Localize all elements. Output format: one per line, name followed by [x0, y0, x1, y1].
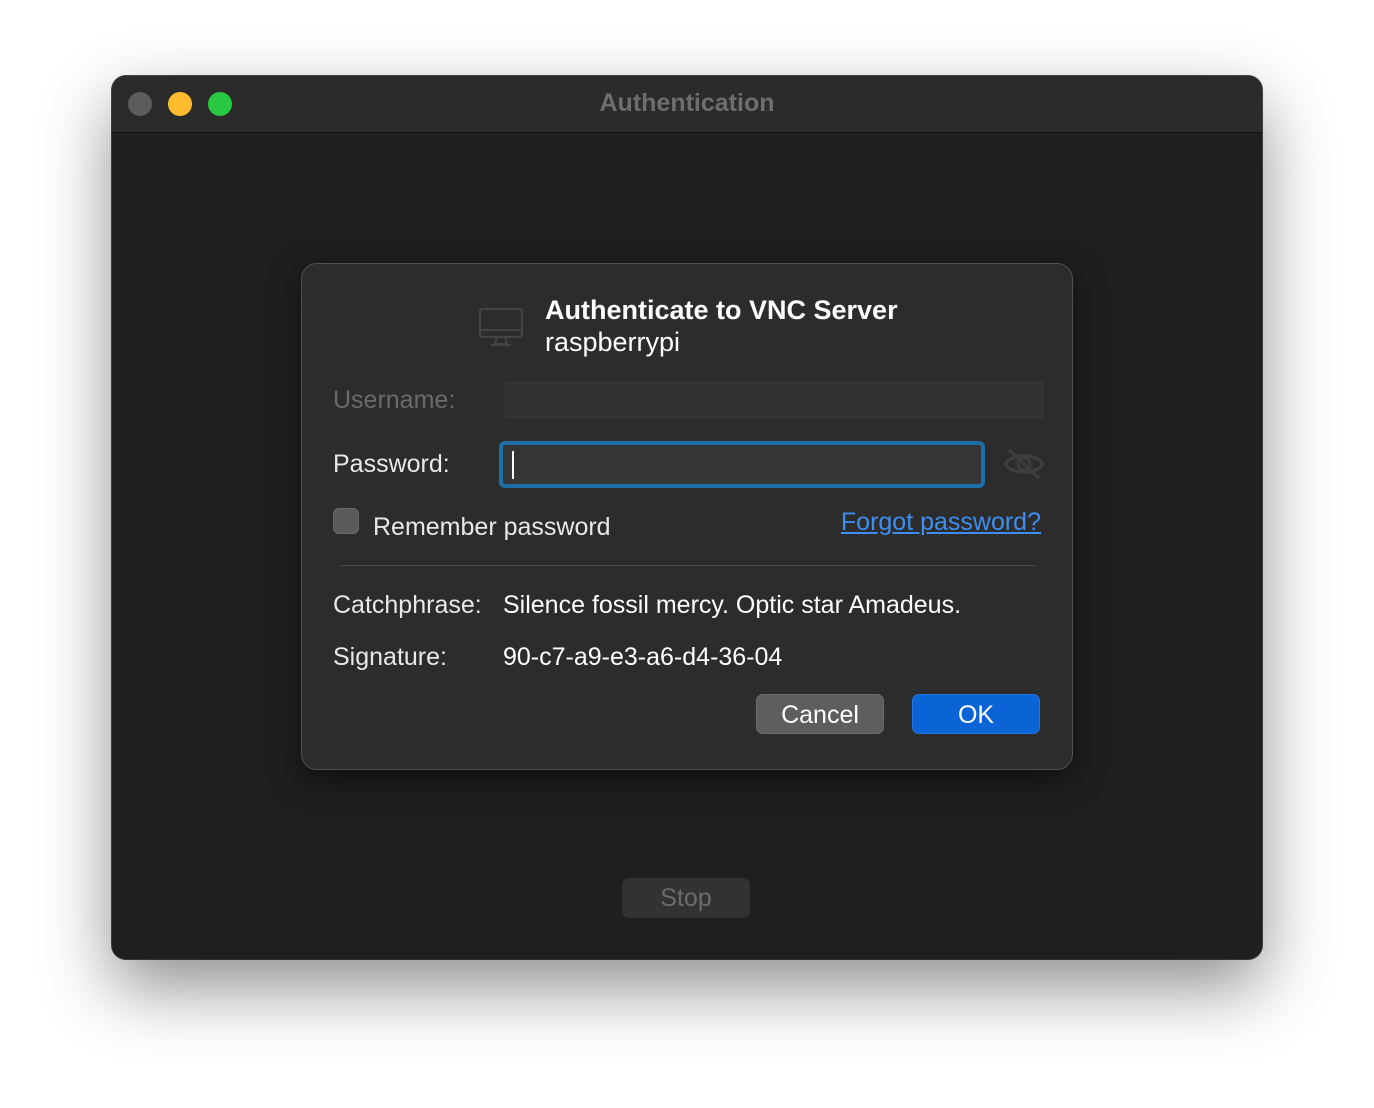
username-field[interactable]	[505, 382, 1043, 418]
window-title: Authentication	[599, 89, 775, 117]
dialog-title: Authenticate to VNC Server	[545, 295, 898, 325]
server-hostname: raspberrypi	[545, 327, 681, 357]
monitor-icon	[479, 308, 523, 346]
signature-label: Signature:	[333, 643, 447, 671]
remember-password-label[interactable]: Remember password	[373, 513, 611, 542]
catchphrase-value: Silence fossil mercy. Optic star Amadeus…	[503, 591, 962, 619]
cancel-button[interactable]: Cancel	[756, 694, 884, 734]
signature-value: 90-c7-a9-e3-a6-d4-36-04	[503, 643, 783, 671]
text-caret	[512, 451, 514, 479]
stop-button[interactable]: Stop	[622, 878, 750, 918]
password-label: Password:	[333, 450, 450, 478]
forgot-password-link[interactable]: Forgot password?	[841, 508, 1041, 537]
auth-dialog: Authenticate to VNC Server raspberrypi U…	[301, 263, 1073, 770]
eye-slash-icon[interactable]	[1002, 446, 1046, 482]
ok-button[interactable]: OK	[912, 694, 1040, 734]
password-field-focus-ring[interactable]	[499, 441, 985, 488]
password-field[interactable]	[503, 445, 981, 484]
separator	[340, 565, 1036, 566]
catchphrase-label: Catchphrase:	[333, 591, 482, 619]
title-bar[interactable]: Authentication	[112, 76, 1262, 133]
remember-password-checkbox[interactable]	[333, 508, 359, 534]
username-label: Username:	[333, 386, 456, 414]
